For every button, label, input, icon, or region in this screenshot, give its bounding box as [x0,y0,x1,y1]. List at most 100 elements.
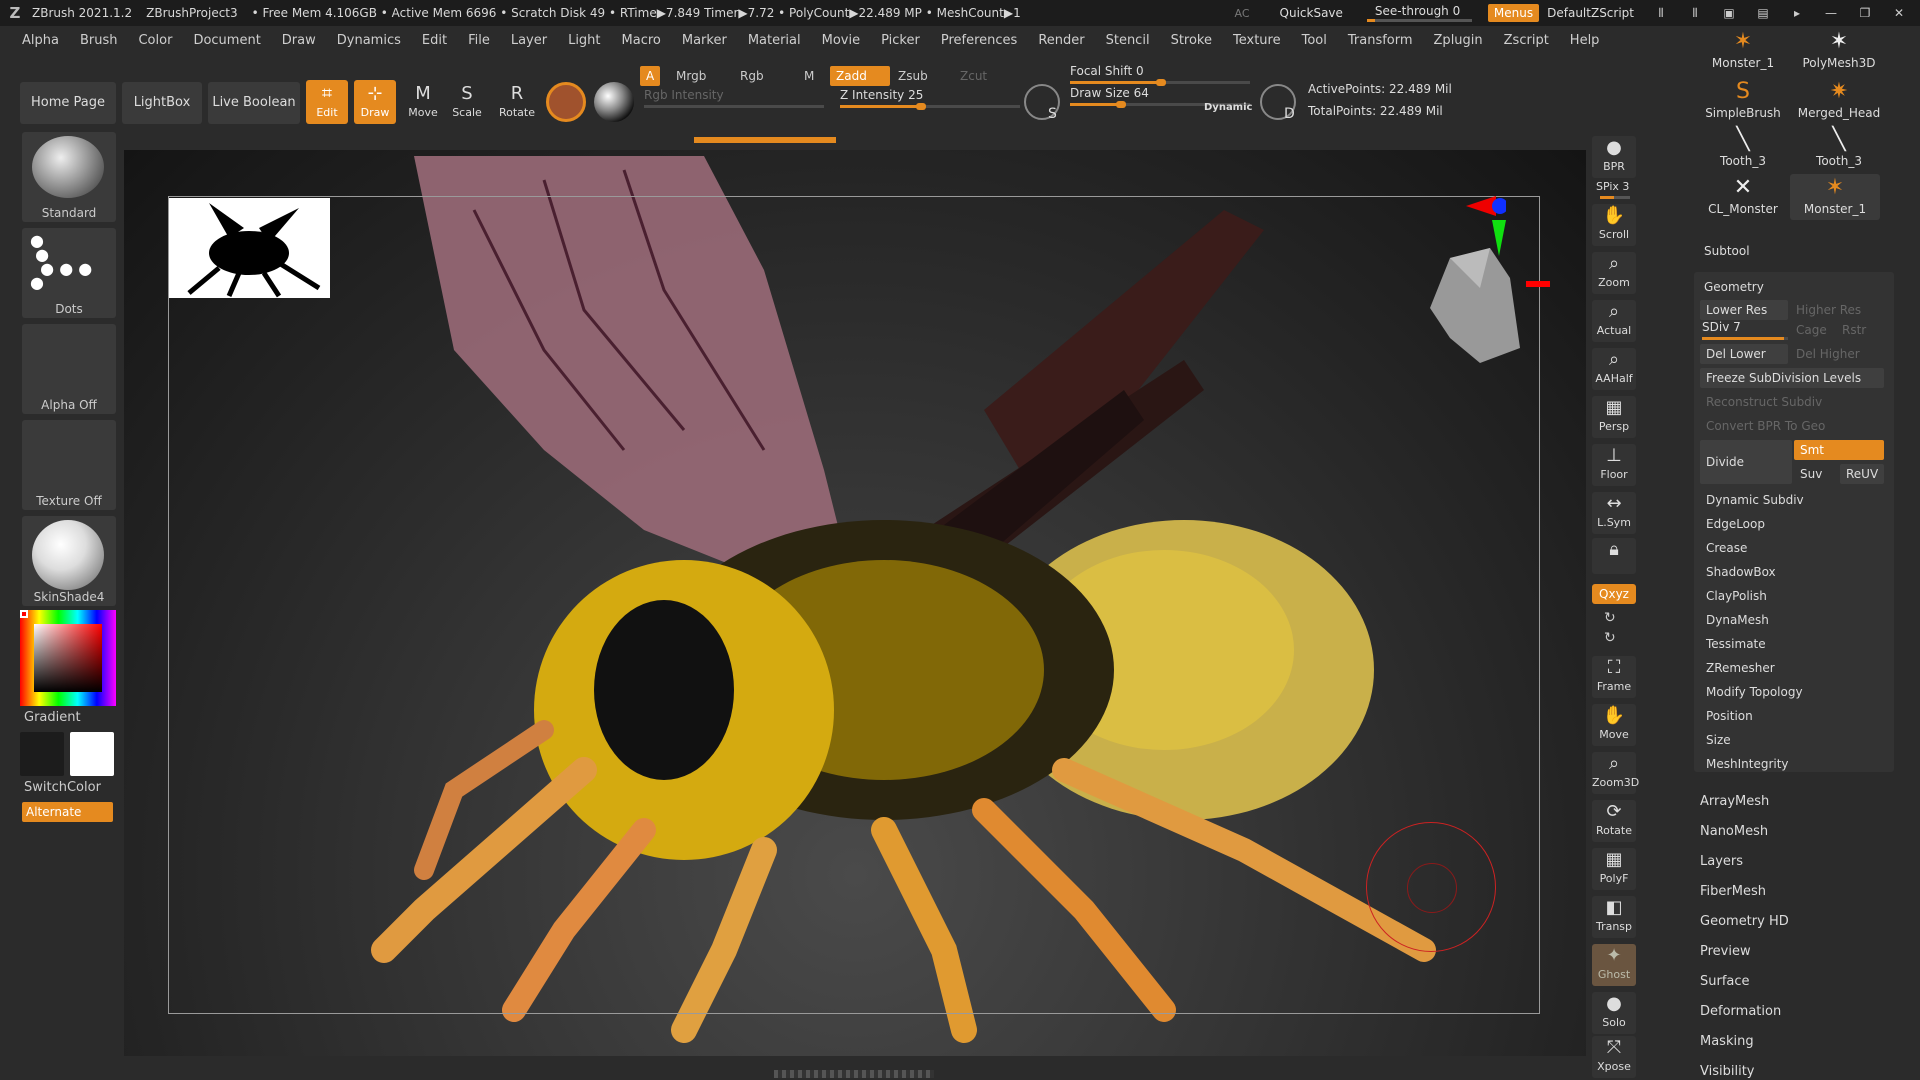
surface-section[interactable]: Surface [1700,974,1750,989]
reconstruct-subdiv-button[interactable]: Reconstruct Subdiv [1700,392,1884,412]
zoom3d-button[interactable]: ⌕ Zoom3D [1592,752,1639,794]
layers-section[interactable]: Layers [1700,854,1743,869]
rgb-intensity-slider[interactable]: Rgb Intensity [644,88,824,108]
subtool-thumb-monster-1[interactable]: ✶ Monster_1 [1698,28,1788,74]
menu-tool[interactable]: Tool [1302,33,1327,48]
color-picker[interactable] [20,610,116,706]
close-icon[interactable]: ✕ [1886,6,1912,20]
material-selector[interactable]: SkinShade4 [22,516,116,606]
alternate-button[interactable]: Alternate [22,802,113,822]
freeze-subdivision-button[interactable]: Freeze SubDivision Levels [1700,368,1884,388]
solo-button[interactable]: ● Solo [1592,992,1636,1034]
menu-edit[interactable]: Edit [422,33,447,48]
menu-transform[interactable]: Transform [1348,33,1413,48]
switchcolor-button[interactable]: SwitchColor [24,780,101,795]
claypolish-item[interactable]: ClayPolish [1700,586,1884,606]
rgb-toggle[interactable]: Rgb [734,66,770,86]
rotate-view-button[interactable]: ⟳ Rotate [1592,800,1636,842]
menu-marker[interactable]: Marker [682,33,727,48]
document-canvas[interactable] [124,150,1586,1056]
spix-slider[interactable]: SPix 3 [1596,180,1629,193]
gradient-label[interactable]: Gradient [24,710,81,725]
menu-movie[interactable]: Movie [822,33,860,48]
arraymesh-section[interactable]: ArrayMesh [1700,794,1769,809]
masking-section[interactable]: Masking [1700,1034,1754,1049]
rotate-z-icon[interactable]: ↻ [1604,630,1616,646]
restore-icon[interactable]: ❐ [1852,6,1878,20]
alpha-selector[interactable]: Alpha Off [22,324,116,414]
menu-macro[interactable]: Macro [622,33,661,48]
fibermesh-section[interactable]: FiberMesh [1700,884,1766,899]
subtool-thumb-polymesh3d[interactable]: ✶ PolyMesh3D [1794,28,1884,74]
move-button[interactable]: M Move [402,80,444,124]
home-page-button[interactable]: Home Page [20,82,116,124]
zcut-toggle[interactable]: Zcut [954,66,993,86]
layout-icon[interactable]: ⦀ [1648,6,1674,21]
spix-bar[interactable] [1600,196,1630,199]
modify-topology-item[interactable]: Modify Topology [1700,682,1884,702]
menu-light[interactable]: Light [568,33,600,48]
higher-res-button[interactable]: Higher Res [1790,300,1878,320]
material-sphere-icon[interactable] [546,82,586,122]
primary-color-swatch[interactable] [70,732,114,776]
see-through-slider[interactable]: See-through 0 [1366,4,1472,22]
menu-dynamics[interactable]: Dynamics [337,33,401,48]
ui-layout-icon[interactable]: ▣ [1716,6,1742,20]
stroke-selector[interactable]: ● ● ● ● ● ● Dots [22,228,116,318]
ghost-button[interactable]: ✦ Ghost [1592,944,1636,986]
subtool-thumb-monster-1-selected[interactable]: ✶ Monster_1 [1790,174,1880,220]
reuv-button[interactable]: ReUV [1840,464,1884,484]
menu-render[interactable]: Render [1038,33,1084,48]
bottom-tray-handle[interactable] [774,1070,934,1078]
subtool-thumb-tooth-3[interactable]: ╲ Tooth_3 [1698,126,1788,172]
rotate-y-icon[interactable]: ↻ [1604,610,1616,626]
lock-button[interactable]: 🔒︎ [1592,538,1636,574]
size-item[interactable]: Size [1700,730,1884,750]
menu-zplugin[interactable]: Zplugin [1434,33,1483,48]
xyz-toggle[interactable]: Qxyz [1592,584,1636,604]
brush-selector[interactable]: Standard [22,132,116,222]
menu-stroke[interactable]: Stroke [1171,33,1212,48]
ac-toggle[interactable]: AC [1235,7,1250,20]
divide-button[interactable]: Divide [1700,440,1792,484]
m-toggle[interactable]: M [798,66,820,86]
crease-item[interactable]: Crease [1700,538,1884,558]
aahalf-button[interactable]: ⌕ AAHalf [1592,348,1636,390]
lower-res-button[interactable]: Lower Res [1700,300,1788,320]
persp-button[interactable]: ▦ Persp [1592,396,1636,438]
scale-button[interactable]: S Scale [446,80,488,124]
deformation-section[interactable]: Deformation [1700,1004,1781,1019]
menu-stencil[interactable]: Stencil [1106,33,1150,48]
tessimate-item[interactable]: Tessimate [1700,634,1884,654]
del-lower-button[interactable]: Del Lower [1700,344,1788,364]
menu-color[interactable]: Color [138,33,172,48]
menu-file[interactable]: File [468,33,490,48]
focal-shift-slider[interactable]: Focal Shift 0 [1070,64,1250,86]
dynamesh-item[interactable]: DynaMesh [1700,610,1884,630]
zadd-toggle[interactable]: Zadd [830,66,890,86]
menu-alpha[interactable]: Alpha [22,33,59,48]
z-intensity-slider[interactable]: Z Intensity 25 [840,88,1020,110]
edgeloop-item[interactable]: EdgeLoop [1700,514,1884,534]
lsym-button[interactable]: ↔ L.Sym [1592,492,1636,534]
frame-button[interactable]: ⛶ Frame [1592,656,1636,698]
color-picker-square[interactable] [34,624,102,692]
navigator-thumbnail[interactable] [169,198,330,298]
menu-help[interactable]: Help [1570,33,1600,48]
ui-swap-icon[interactable]: ▤ [1750,6,1776,20]
transp-button[interactable]: ◧ Transp [1592,896,1636,938]
cage-button[interactable]: Cage [1790,320,1834,340]
subtool-thumb-merged-head[interactable]: ✷ Merged_Head [1794,78,1884,124]
suv-toggle[interactable]: Suv [1794,464,1838,484]
draw-button[interactable]: ⊹ Draw [354,80,396,124]
zsub-toggle[interactable]: Zsub [892,66,934,86]
rstr-button[interactable]: Rstr [1836,320,1880,340]
scroll-button[interactable]: ✋ Scroll [1592,204,1636,246]
visibility-section[interactable]: Visibility [1700,1064,1754,1079]
subtool-thumb-cl-monster[interactable]: ✕ CL_Monster [1698,174,1788,220]
a-toggle[interactable]: A [640,66,661,86]
secondary-color-swatch[interactable] [20,732,64,776]
xpose-button[interactable]: ⤧ Xpose [1592,1036,1636,1078]
position-item[interactable]: Position [1700,706,1884,726]
menu-zscript[interactable]: Zscript [1504,33,1549,48]
